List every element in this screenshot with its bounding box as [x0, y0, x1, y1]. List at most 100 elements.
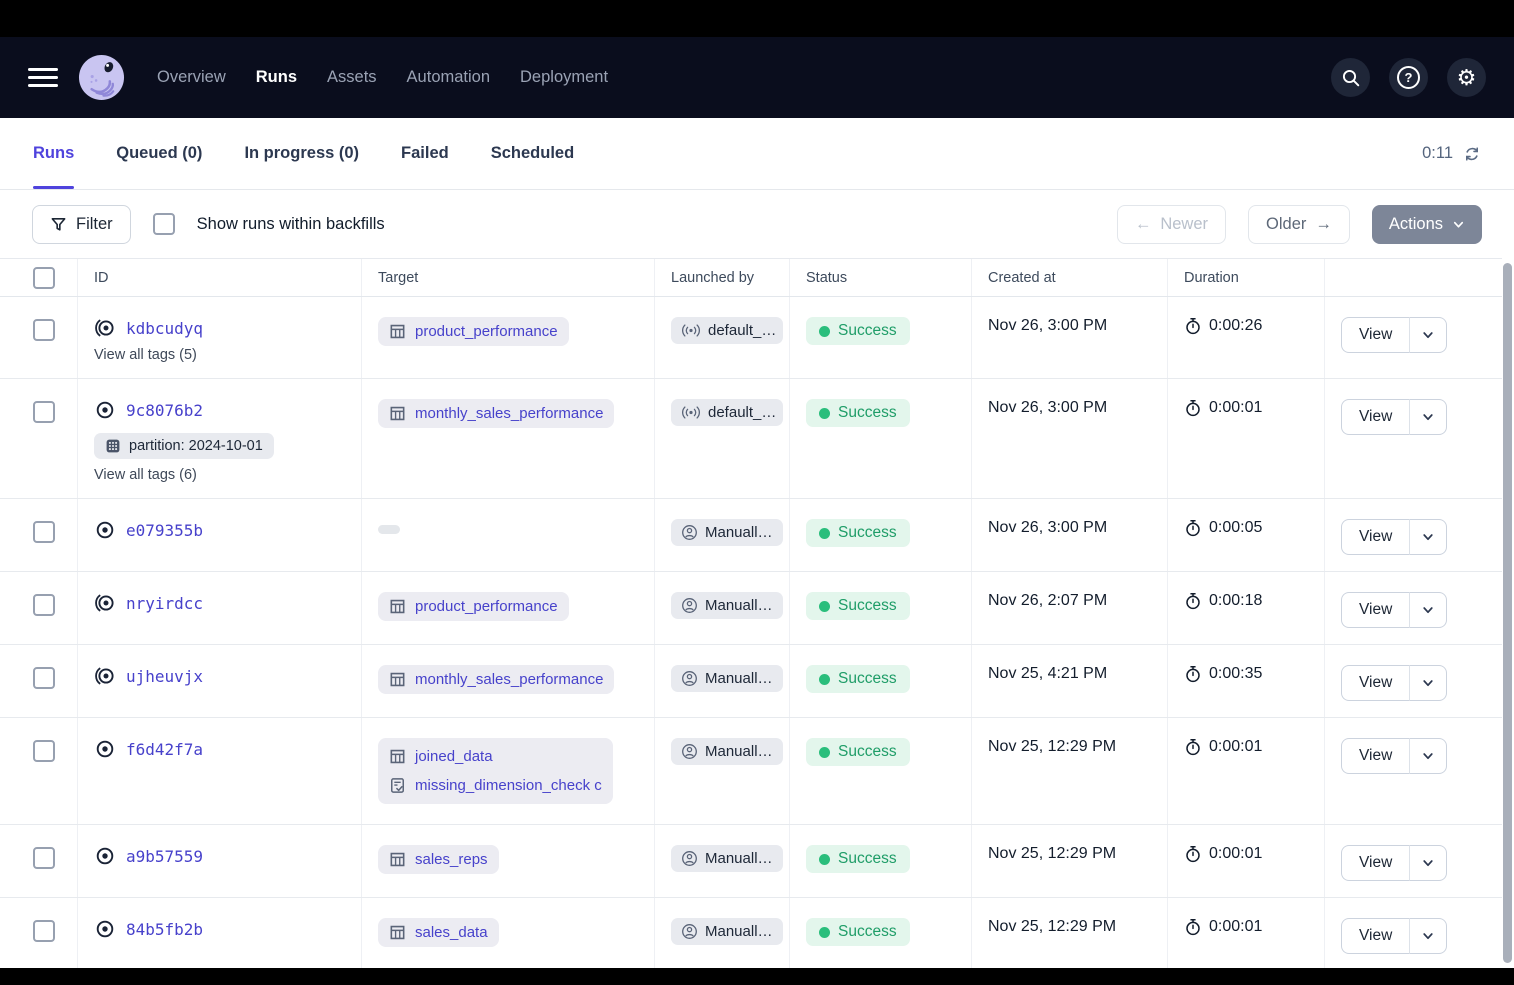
launched-by-pill[interactable]: default_… [671, 399, 783, 426]
row-checkbox[interactable] [33, 521, 55, 543]
cell-duration: 0:00:05 [1168, 499, 1325, 571]
target-pill[interactable]: sales_data [378, 918, 499, 947]
view-dropdown-button[interactable] [1409, 592, 1447, 628]
view-dropdown-button[interactable] [1409, 665, 1447, 701]
help-icon[interactable]: ? [1389, 58, 1428, 97]
cell-status: Success [790, 645, 972, 717]
row-checkbox[interactable] [33, 319, 55, 341]
view-button[interactable]: View [1341, 519, 1409, 555]
refresh-icon[interactable] [1463, 145, 1481, 163]
run-id-link[interactable]: 9c8076b2 [126, 401, 203, 420]
runs-tabs-row: Runs Queued (0) In progress (0) Failed Sched… [0, 118, 1514, 190]
cell-duration: 0:00:01 [1168, 898, 1325, 970]
launched-by-label: Manuall… [705, 670, 773, 687]
row-checkbox[interactable] [33, 847, 55, 869]
newer-button[interactable]: ←Newer [1117, 205, 1226, 244]
tab-scheduled[interactable]: Scheduled [491, 118, 574, 189]
launched-by-pill[interactable]: Manuall… [671, 738, 783, 765]
created-at-value: Nov 26, 3:00 PM [988, 317, 1107, 334]
launched-by-pill[interactable]: default_… [671, 317, 783, 344]
person-icon [681, 670, 698, 687]
target-pill[interactable]: monthly_sales_performance [378, 665, 614, 694]
view-button[interactable]: View [1341, 738, 1409, 774]
view-dropdown-button[interactable] [1409, 918, 1447, 954]
launched-by-pill[interactable]: Manuall… [671, 592, 783, 619]
run-id-link[interactable]: kdbcudyq [126, 319, 203, 338]
launched-by-pill[interactable]: Manuall… [671, 918, 783, 945]
row-checkbox[interactable] [33, 920, 55, 942]
launched-by-pill[interactable]: Manuall… [671, 519, 783, 546]
dagster-logo[interactable] [78, 54, 125, 101]
nav-item-deployment[interactable]: Deployment [520, 68, 608, 87]
menu-icon[interactable] [28, 68, 58, 87]
table-row: 9c8076b2 partition: 2024-10-01 View all … [0, 379, 1502, 499]
view-button[interactable]: View [1341, 665, 1409, 701]
tab-failed[interactable]: Failed [401, 118, 449, 189]
table-icon [389, 851, 406, 868]
target-pill[interactable]: joined_datamissing_dimension_check c [378, 738, 613, 804]
actions-button[interactable]: Actions [1372, 205, 1482, 244]
view-button[interactable]: View [1341, 918, 1409, 954]
tab-in-progress-0[interactable]: In progress (0) [244, 118, 359, 189]
view-all-tags-link[interactable]: View all tags (5) [94, 347, 197, 363]
target-pill[interactable]: product_performance [378, 592, 569, 621]
select-all-checkbox[interactable] [33, 267, 55, 289]
table-row: kdbcudyq View all tags (5) product_perfo… [0, 297, 1502, 379]
launched-by-pill[interactable]: Manuall… [671, 845, 783, 872]
view-all-tags-link[interactable]: View all tags (6) [94, 467, 197, 483]
view-button[interactable]: View [1341, 845, 1409, 881]
view-button[interactable]: View [1341, 592, 1409, 628]
run-id-link[interactable]: ujheuvjx [126, 667, 203, 686]
view-dropdown-button[interactable] [1409, 845, 1447, 881]
row-checkbox[interactable] [33, 667, 55, 689]
run-id-link[interactable]: a9b57559 [126, 847, 203, 866]
status-badge: Success [806, 845, 910, 873]
target-pill[interactable]: product_performance [378, 317, 569, 346]
person-icon [681, 743, 698, 760]
view-dropdown-button[interactable] [1409, 738, 1447, 774]
vertical-scrollbar[interactable] [1503, 263, 1512, 963]
view-dropdown-button[interactable] [1409, 317, 1447, 353]
view-dropdown-button[interactable] [1409, 399, 1447, 435]
filter-button[interactable]: Filter [32, 205, 131, 244]
row-checkbox[interactable] [33, 594, 55, 616]
older-button[interactable]: Older→ [1248, 205, 1350, 244]
person-icon [681, 524, 698, 541]
cell-status: Success [790, 898, 972, 970]
partition-tag: partition: 2024-10-01 [94, 433, 274, 459]
run-id-link[interactable]: 84b5fb2b [126, 920, 203, 939]
nav-item-runs[interactable]: Runs [256, 68, 297, 87]
target-label: missing_dimension_check c [415, 777, 602, 794]
search-icon[interactable] [1331, 58, 1370, 97]
cell-target: sales_data [362, 898, 655, 970]
row-checkbox[interactable] [33, 740, 55, 762]
run-id-link[interactable]: f6d42f7a [126, 740, 203, 759]
cell-launched-by: Manuall… [655, 718, 790, 824]
status-dot-icon [819, 408, 830, 419]
target-pill[interactable]: monthly_sales_performance [378, 399, 614, 428]
cell-status: Success [790, 572, 972, 644]
launched-by-pill[interactable]: Manuall… [671, 665, 783, 692]
table-icon [389, 598, 406, 615]
nav-item-assets[interactable]: Assets [327, 68, 377, 87]
duration-value: 0:00:26 [1209, 317, 1262, 335]
backfills-checkbox[interactable] [153, 213, 175, 235]
gear-icon[interactable]: ⚙ [1447, 58, 1486, 97]
view-button[interactable]: View [1341, 317, 1409, 353]
cell-duration: 0:00:35 [1168, 645, 1325, 717]
target-pill[interactable]: sales_reps [378, 845, 499, 874]
person-icon [681, 597, 698, 614]
view-dropdown-button[interactable] [1409, 519, 1447, 555]
view-button[interactable]: View [1341, 399, 1409, 435]
nav-item-automation[interactable]: Automation [407, 68, 490, 87]
tab-queued-0[interactable]: Queued (0) [116, 118, 202, 189]
filter-icon [50, 216, 67, 233]
run-id-link[interactable]: nryirdcc [126, 594, 203, 613]
cell-launched-by: default_… [655, 379, 790, 498]
row-checkbox[interactable] [33, 401, 55, 423]
run-id-link[interactable]: e079355b [126, 521, 203, 540]
cell-id: e079355b [78, 499, 362, 571]
tab-runs[interactable]: Runs [33, 118, 74, 189]
nav-item-overview[interactable]: Overview [157, 68, 226, 87]
cell-actions: View [1325, 499, 1502, 571]
